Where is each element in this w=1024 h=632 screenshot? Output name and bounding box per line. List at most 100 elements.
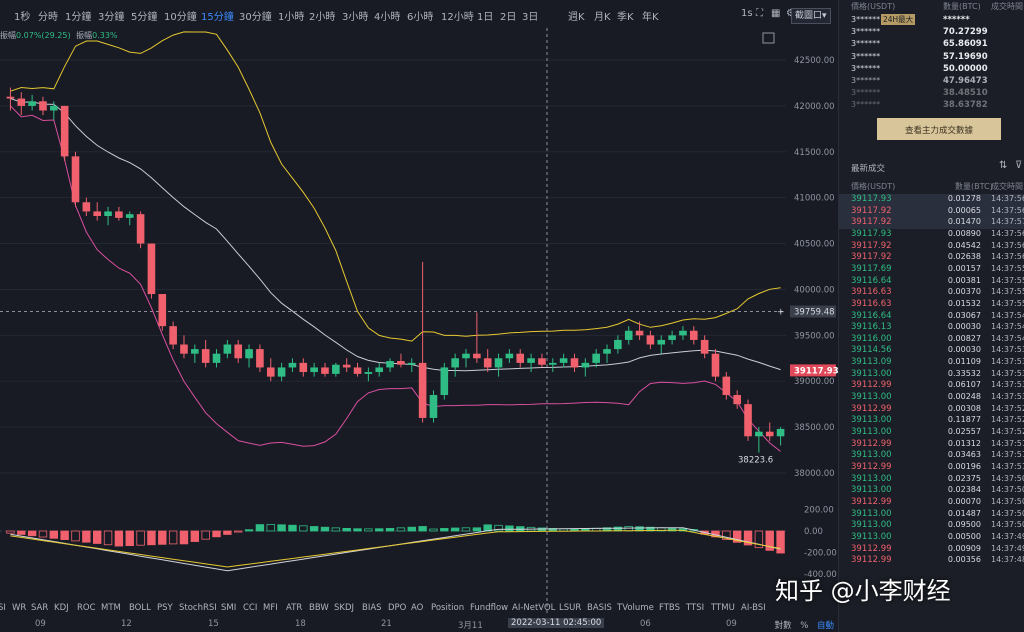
top-holder-row[interactable]: 3****** 24H最大 ****** (851, 14, 1024, 28)
indicator-ftbs[interactable]: FTBS (659, 603, 680, 613)
top-holder-row[interactable]: 3****** 65.86091 (851, 39, 1024, 52)
trade-row[interactable]: 39116.64 0.03067 14:37:54 (839, 311, 1024, 323)
indicator-boll[interactable]: BOLL (129, 603, 151, 613)
indicator-dpo[interactable]: DPO (388, 603, 406, 613)
indicator-roc[interactable]: ROC (77, 603, 96, 613)
indicator-tvolume[interactable]: TVolume (617, 603, 654, 613)
trade-row[interactable]: 39116.63 0.01532 14:37:55 (839, 299, 1024, 311)
period-13[interactable]: 12小時 (441, 8, 474, 23)
trade-row[interactable]: 39113.00 0.33532 14:37:53 (839, 369, 1024, 381)
indicator-atr[interactable]: ATR (286, 603, 302, 613)
sort-icon[interactable]: ⇅ (999, 160, 1007, 171)
period-7[interactable]: 30分鐘 (239, 8, 272, 23)
indicator-mtm[interactable]: MTM (101, 603, 121, 613)
indicator-stochrsi[interactable]: StochRSI (179, 603, 217, 613)
trade-row[interactable]: 39116.13 0.00030 14:37:54 (839, 322, 1024, 334)
trade-row[interactable]: 39113.09 0.01109 14:37:53 (839, 357, 1024, 369)
top-holder-row[interactable]: 3****** 38.48510 (851, 88, 1024, 101)
indicator-kdj[interactable]: KDJ (54, 603, 69, 613)
indicator-si[interactable]: SI (0, 603, 6, 613)
indicator-skdj[interactable]: SKDJ (334, 603, 354, 613)
percent-scale-toggle[interactable]: % (800, 621, 808, 631)
trade-row[interactable]: 39113.00 0.03463 14:37:51 (839, 450, 1024, 462)
indicator-sar[interactable]: SAR (31, 603, 48, 613)
period-3[interactable]: 3分鐘 (98, 8, 124, 23)
trade-row[interactable]: 39113.00 0.00248 14:37:53 (839, 392, 1024, 404)
period-0[interactable]: 1秒 (14, 8, 30, 23)
chart-area[interactable]: 42500.00 42000.00 41500.00 41000.00 40500.00… (0, 0, 838, 632)
trade-row[interactable]: 39117.92 0.02638 14:37:56 (839, 252, 1024, 264)
period-9[interactable]: 2小時 (309, 8, 335, 23)
trade-row[interactable]: 39112.99 0.06107 14:37:53 (839, 380, 1024, 392)
period-11[interactable]: 4小時 (374, 8, 400, 23)
fullscreen-icon[interactable]: ⛶ (756, 8, 763, 19)
period-5[interactable]: 10分鐘 (164, 8, 197, 23)
indicator-cci[interactable]: CCI (243, 603, 257, 613)
period-15[interactable]: 2日 (500, 8, 516, 23)
trade-row[interactable]: 39117.93 0.00890 14:37:56 (839, 229, 1024, 241)
indicator-basis[interactable]: BASIS (587, 603, 612, 613)
period-19[interactable]: 季K (617, 8, 634, 23)
auto-scale-toggle[interactable]: 自動 (817, 621, 834, 631)
trade-row[interactable]: 39113.00 0.09500 14:37:50 (839, 520, 1024, 532)
indicator-smi[interactable]: SMI (221, 603, 236, 613)
trade-row[interactable]: 39116.63 0.00370 14:37:55 (839, 287, 1024, 299)
indicator-fundflow[interactable]: Fundflow (470, 603, 508, 613)
trade-row[interactable]: 39112.99 0.00308 14:37:52 (839, 404, 1024, 416)
trade-row[interactable]: 39113.00 0.00500 14:37:49 (839, 532, 1024, 544)
indicator-lsur[interactable]: LSUR (559, 603, 581, 613)
period-8[interactable]: 1小時 (278, 8, 304, 23)
log-scale-toggle[interactable]: 對數 (774, 621, 791, 631)
trade-row[interactable]: 39116.64 0.00381 14:37:55 (839, 276, 1024, 288)
trade-row[interactable]: 39112.99 0.00909 14:37:49 (839, 544, 1024, 556)
trade-row[interactable]: 39112.99 0.00196 14:37:51 (839, 462, 1024, 474)
period-10[interactable]: 3小時 (342, 8, 368, 23)
grid-icon[interactable]: ▦ (771, 8, 780, 19)
period-4[interactable]: 5分鐘 (131, 8, 157, 23)
indicator-wr[interactable]: WR (12, 603, 26, 613)
trade-row[interactable]: 39113.00 0.02384 14:37:50 (839, 485, 1024, 497)
indicator-mfi[interactable]: MFI (263, 603, 278, 613)
indicator-bias[interactable]: BIAS (362, 603, 382, 613)
interval-short-button[interactable]: 1s (741, 8, 753, 19)
trade-row[interactable]: 39117.69 0.00157 14:37:55 (839, 264, 1024, 276)
trade-row[interactable]: 39117.92 0.04542 14:37:56 (839, 241, 1024, 253)
trade-row[interactable]: 39113.00 0.02557 14:37:52 (839, 427, 1024, 439)
top-holder-row[interactable]: 3****** 57.19690 (851, 52, 1024, 65)
top-holder-row[interactable]: 3****** 70.27299 (851, 27, 1024, 40)
trade-row[interactable]: 39113.00 0.02375 14:37:50 (839, 474, 1024, 486)
trade-row[interactable]: 39112.99 0.00356 14:37:48 (839, 555, 1024, 567)
view-big-trades-button[interactable]: 查看主力成交數據 (877, 118, 1001, 140)
trade-row[interactable]: 39117.93 0.01278 14:37:56 (839, 194, 1024, 206)
indicator-ai-netvol[interactable]: AI-NetVOL (512, 603, 555, 613)
indicator-psy[interactable]: PSY (157, 603, 173, 613)
period-6[interactable]: 15分鐘 (201, 8, 234, 23)
top-holder-row[interactable]: 3****** 38.63782 (851, 100, 1024, 113)
screenshot-button[interactable]: 截圖口▾ (791, 8, 831, 24)
price-chart-svg[interactable]: 42500.00 42000.00 41500.00 41000.00 40500.00… (0, 0, 838, 632)
trade-row[interactable]: 39117.92 0.00065 14:37:56 (839, 205, 1024, 218)
period-2[interactable]: 1分鐘 (65, 8, 91, 23)
indicator-bbw[interactable]: BBW (309, 603, 329, 613)
filter-icon[interactable]: ⊽ (1015, 160, 1022, 171)
trade-row[interactable]: 39113.00 0.01487 14:37:50 (839, 509, 1024, 521)
period-12[interactable]: 6小時 (407, 8, 433, 23)
trade-row[interactable]: 39114.56 0.00030 14:37:53 (839, 345, 1024, 357)
trade-row[interactable]: 39116.00 0.00827 14:37:54 (839, 334, 1024, 346)
top-holder-row[interactable]: 3****** 50.00000 (851, 64, 1024, 77)
indicator-ao[interactable]: AO (411, 603, 423, 613)
period-1[interactable]: 分時 (38, 8, 58, 23)
indicator-ttmu[interactable]: TTMU (711, 603, 735, 613)
period-18[interactable]: 月K (594, 8, 611, 23)
trade-row[interactable]: 39117.92 0.01470 14:37:57 (839, 217, 1024, 229)
trade-row[interactable]: 39112.99 0.01312 14:37:51 (839, 439, 1024, 451)
indicator-position[interactable]: Position (431, 603, 464, 613)
indicator-ttsi[interactable]: TTSI (686, 603, 704, 613)
trade-row[interactable]: 39112.99 0.00070 14:37:50 (839, 497, 1024, 509)
period-16[interactable]: 3日 (522, 8, 538, 23)
period-20[interactable]: 年K (642, 8, 659, 23)
top-holder-row[interactable]: 3****** 47.96473 (851, 76, 1024, 89)
period-17[interactable]: 週K (568, 8, 585, 23)
indicator-ai-bsi[interactable]: AI-BSI (741, 603, 766, 613)
trade-row[interactable]: 39113.00 0.11877 14:37:52 (839, 415, 1024, 427)
